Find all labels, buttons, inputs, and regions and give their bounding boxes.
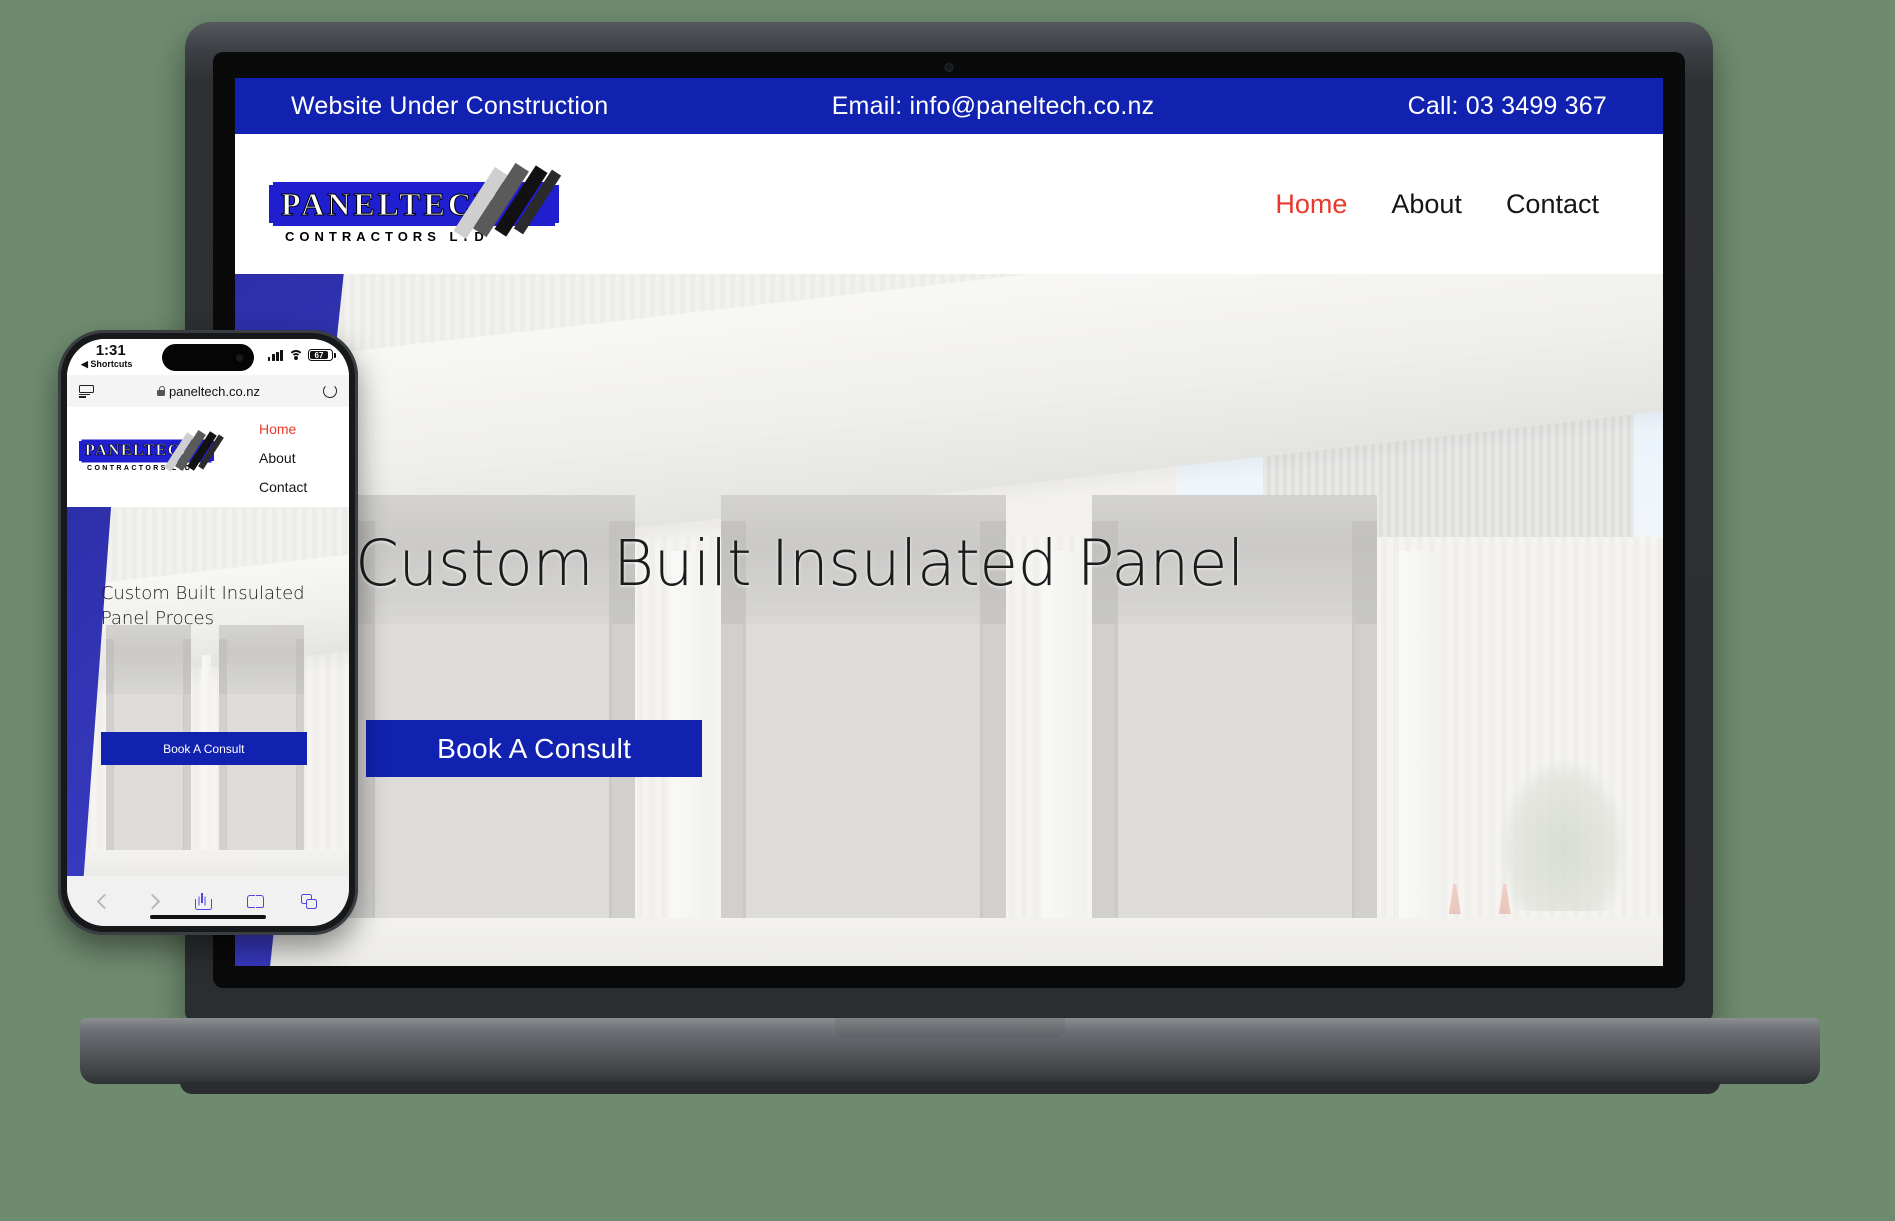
laptop-base-notch <box>835 1018 1065 1038</box>
site-header: PANELTECH CONTRACTORS LTD Home About Con… <box>235 134 1663 274</box>
battery-icon: 67 <box>308 349 336 361</box>
mobile-hero-section: Custom Built Insulated Panel Proces Book… <box>67 507 349 876</box>
front-camera-icon <box>236 354 243 361</box>
hero-section: Custom Built Insulated Panel Book A Cons… <box>235 274 1663 966</box>
url-text: paneltech.co.nz <box>168 383 261 399</box>
mobile-site-logo[interactable]: PANELTECH CONTRACTORS LTD <box>79 429 224 477</box>
status-left: 1:31 ◀ Shortcuts <box>81 343 132 369</box>
share-icon[interactable] <box>194 892 212 910</box>
cellular-signal-icon <box>267 349 283 361</box>
reader-view-icon[interactable] <box>79 384 94 398</box>
battery-percent: 67 <box>314 350 324 360</box>
mobile-logo-panel-graphic-icon <box>164 428 224 476</box>
laptop-bezel: Website Under Construction Email: info@p… <box>213 52 1685 988</box>
phone-status-bar: 1:31 ◀ Shortcuts 67 <box>67 339 349 375</box>
tabs-icon[interactable] <box>300 893 317 909</box>
phone-body: 1:31 ◀ Shortcuts 67 paneltech.co.nz PANE… <box>58 330 358 935</box>
back-to-shortcuts-link[interactable]: ◀ Shortcuts <box>81 360 132 369</box>
mobile-nav-item-contact[interactable]: Contact <box>259 479 335 495</box>
webcam-icon <box>944 63 954 72</box>
laptop-mockup: Website Under Construction Email: info@p… <box>80 22 1820 1094</box>
status-clock: 1:31 <box>95 342 126 359</box>
wifi-icon <box>288 349 303 361</box>
back-icon[interactable] <box>97 893 113 909</box>
shortcuts-label: Shortcuts <box>90 359 133 369</box>
lock-icon <box>156 386 166 396</box>
phone-screen: 1:31 ◀ Shortcuts 67 paneltech.co.nz PANE… <box>67 339 349 926</box>
mobile-hero-title: Custom Built Insulated Panel Proces <box>100 582 305 630</box>
laptop-lid: Website Under Construction Email: info@p… <box>80 22 1820 1094</box>
site-logo[interactable]: PANELTECH CONTRACTORS LTD <box>269 161 569 247</box>
logo-panel-graphic-icon <box>453 161 569 247</box>
phone-page-body: PANELTECH CONTRACTORS LTD Home About Con… <box>67 407 349 926</box>
mobile-site-header: PANELTECH CONTRACTORS LTD Home About Con… <box>67 407 349 507</box>
announcement-bar: Website Under Construction Email: info@p… <box>235 78 1663 134</box>
bookmarks-icon[interactable] <box>246 894 264 908</box>
nav-item-home[interactable]: Home <box>1275 189 1347 220</box>
mobile-nav-item-about[interactable]: About <box>259 450 335 466</box>
hero-title: Custom Built Insulated Panel <box>354 526 1245 600</box>
book-a-consult-button[interactable]: Book A Consult <box>366 720 702 778</box>
phone-mockup: 1:31 ◀ Shortcuts 67 paneltech.co.nz PANE… <box>58 330 358 935</box>
mobile-nav-item-home[interactable]: Home <box>259 421 335 437</box>
safari-address-bar[interactable]: paneltech.co.nz <box>67 375 349 407</box>
laptop-base <box>80 1018 1820 1094</box>
announcement-email[interactable]: Email: info@paneltech.co.nz <box>832 92 1155 121</box>
status-right: 67 <box>267 343 336 361</box>
mobile-hero-overlay <box>67 507 349 876</box>
main-nav: Home About Contact <box>1275 189 1619 220</box>
home-indicator[interactable] <box>150 915 266 919</box>
announcement-left: Website Under Construction <box>291 91 609 120</box>
laptop-screen: Website Under Construction Email: info@p… <box>235 78 1663 966</box>
reload-icon[interactable] <box>322 384 337 398</box>
nav-item-about[interactable]: About <box>1391 189 1462 220</box>
mockup-scene: Website Under Construction Email: info@p… <box>0 0 1895 1221</box>
nav-item-contact[interactable]: Contact <box>1506 189 1599 220</box>
mobile-book-a-consult-button[interactable]: Book A Consult <box>100 732 307 766</box>
laptop-base-foot <box>180 1082 1720 1094</box>
url-display[interactable]: paneltech.co.nz <box>156 383 261 399</box>
safari-toolbar <box>67 876 349 926</box>
mobile-nav: Home About Contact <box>259 417 335 495</box>
forward-icon[interactable] <box>144 893 161 909</box>
dynamic-island <box>162 344 254 371</box>
announcement-phone[interactable]: Call: 03 3499 367 <box>1408 92 1607 121</box>
hero-content: Custom Built Insulated Panel Book A Cons… <box>235 274 1663 966</box>
